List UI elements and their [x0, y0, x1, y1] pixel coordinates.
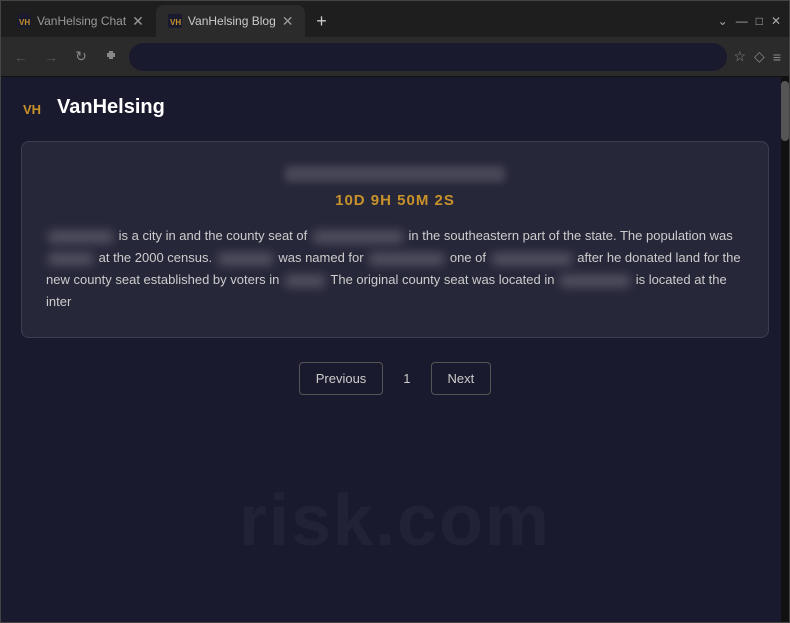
blurred-word-6 — [492, 253, 572, 265]
text-3: at the 2000 census. — [99, 250, 216, 265]
tab-chat-close[interactable]: ✕ — [132, 14, 144, 28]
watermark: risk.com — [239, 480, 551, 562]
article-body: is a city in and the county seat of in t… — [46, 225, 744, 313]
browser-frame: VH VanHelsing Chat ✕ VH VanHelsing Blog … — [0, 0, 790, 623]
blurred-word-1 — [48, 231, 113, 243]
page-inner: VH VanHelsing 10D 9H 50M 2S is a city in… — [1, 77, 789, 622]
logo-icon: VH — [21, 93, 49, 121]
blurred-word-3 — [48, 253, 93, 265]
blurred-word-7 — [285, 275, 325, 287]
bookmark-icon[interactable]: ☆ — [733, 48, 746, 65]
svg-text:VH: VH — [19, 18, 30, 27]
article-timer: 10D 9H 50M 2S — [46, 192, 744, 209]
address-bar: ← → ↻ ☆ ◇ ≡ — [1, 37, 789, 77]
settings-icon[interactable]: ≡ — [773, 49, 781, 65]
blurred-word-2 — [313, 231, 403, 243]
text-4: was named for — [278, 250, 367, 265]
blurred-word-8 — [560, 275, 630, 287]
tab-blog-label: VanHelsing Blog — [188, 14, 276, 28]
tab-favicon-chat: VH — [17, 14, 31, 28]
minimize-button[interactable]: — — [736, 14, 748, 28]
page-number: 1 — [391, 363, 422, 394]
extensions-button[interactable] — [99, 45, 123, 69]
logo: VH VanHelsing — [21, 93, 769, 121]
text-2: in the southeastern part of the state. T… — [408, 228, 732, 243]
address-icons: ☆ ◇ ≡ — [733, 48, 781, 65]
pagination: Previous 1 Next — [21, 362, 769, 395]
text-5: one of — [450, 250, 490, 265]
back-button[interactable]: ← — [9, 45, 33, 69]
tab-dropdown-icon[interactable]: ⌄ — [718, 14, 728, 28]
tab-bar: VH VanHelsing Chat ✕ VH VanHelsing Blog … — [1, 1, 789, 37]
forward-button[interactable]: → — [39, 45, 63, 69]
refresh-button[interactable]: ↻ — [69, 45, 93, 69]
maximize-button[interactable]: □ — [756, 14, 763, 28]
article-card: 10D 9H 50M 2S is a city in and the count… — [21, 141, 769, 338]
text-1: is a city in and the county seat of — [119, 228, 311, 243]
close-button[interactable]: ✕ — [771, 14, 781, 28]
page-content: VH VanHelsing 10D 9H 50M 2S is a city in… — [1, 77, 789, 622]
article-title — [285, 166, 505, 182]
tab-blog[interactable]: VH VanHelsing Blog ✕ — [156, 5, 306, 37]
tab-chat[interactable]: VH VanHelsing Chat ✕ — [5, 5, 156, 37]
tab-favicon-blog: VH — [168, 14, 182, 28]
logo-text: VanHelsing — [57, 96, 165, 119]
blurred-word-5 — [369, 253, 444, 265]
previous-button[interactable]: Previous — [299, 362, 384, 395]
text-7: The original county seat was located in — [330, 272, 558, 287]
next-button[interactable]: Next — [431, 362, 492, 395]
tab-chat-label: VanHelsing Chat — [37, 14, 126, 28]
shield-icon[interactable]: ◇ — [754, 48, 765, 65]
tab-spacer: ⌄ — □ ✕ — [337, 5, 789, 37]
blurred-word-4 — [218, 253, 273, 265]
tab-blog-close[interactable]: ✕ — [282, 14, 294, 28]
new-tab-button[interactable]: + — [305, 5, 337, 37]
address-input[interactable] — [129, 43, 727, 71]
svg-text:VH: VH — [23, 102, 41, 117]
svg-text:VH: VH — [170, 18, 181, 27]
